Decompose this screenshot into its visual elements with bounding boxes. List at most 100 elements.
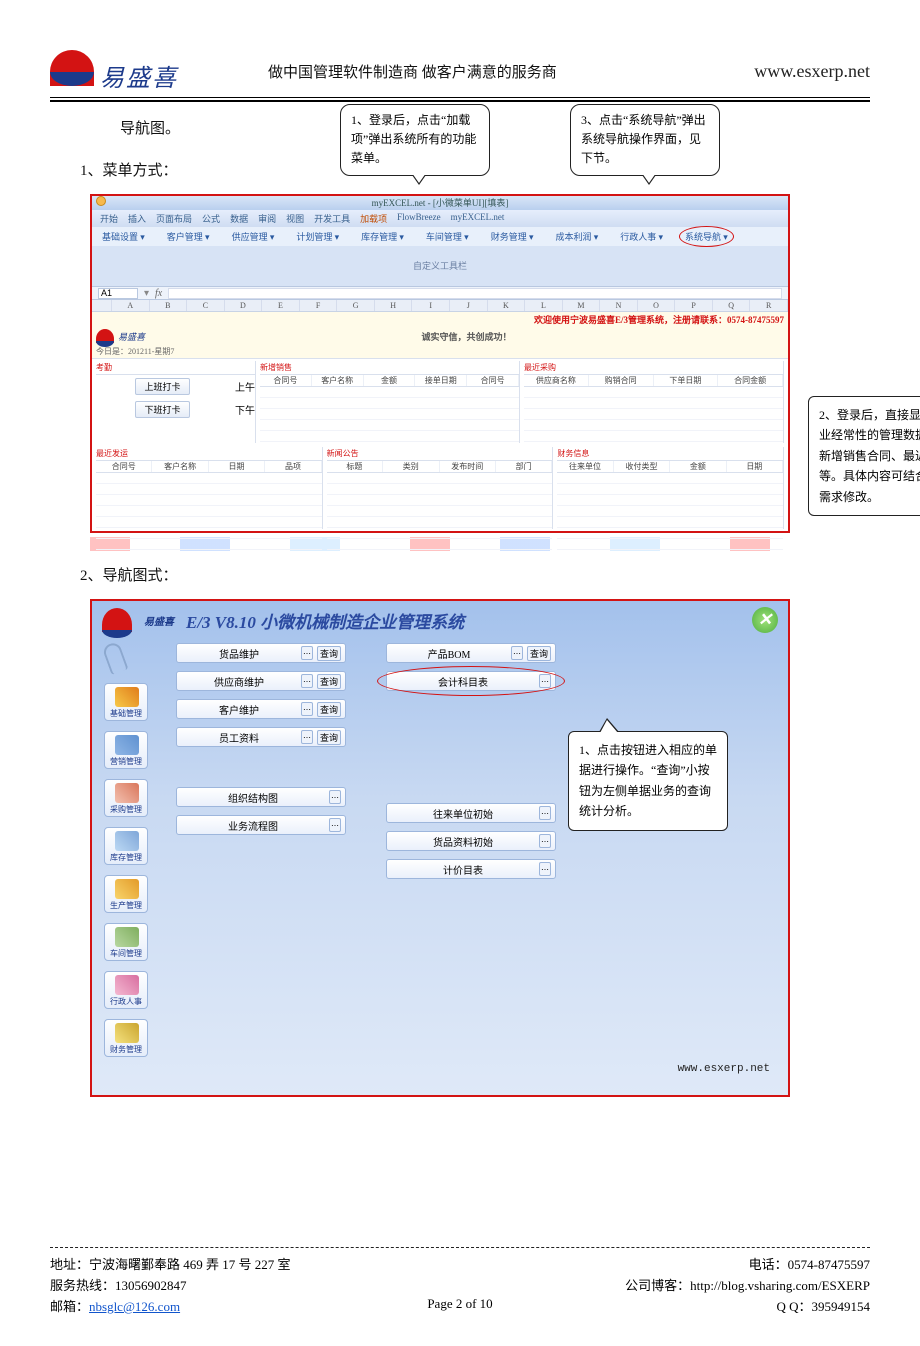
side-module[interactable]: 财务管理 [104,1019,148,1057]
window-titlebar: myEXCEL.net - [小微菜单UI][填表] [92,196,788,210]
nav-button[interactable]: 货品维护⋯查询 [176,643,346,663]
welcome-banner: 欢迎使用宁波易盛喜E/3管理系统，注册请联系：0574-87475597 [92,312,788,327]
dots-icon[interactable]: ⋯ [301,674,313,688]
logo-icon [50,50,94,86]
clock-out-button[interactable]: 下班打卡 [135,401,189,418]
callout-addon-menu: 1、登录后，点击“加载项”弹出系统所有的功能菜单。 [340,104,490,176]
screenshot-menu-mode: myEXCEL.net - [小微菜单UI][填表] 开始 插入 页面布局 公式… [90,194,790,533]
custom-toolbar-label: 自定义工具栏 [92,246,788,286]
nav-button[interactable]: 业务流程图⋯ [176,815,346,835]
side-module[interactable]: 采购管理 [104,779,148,817]
doc-footer: 地址：宁波海曙鄞奉路 469 弄 17 号 227 室 电话：0574-8747… [50,1247,870,1315]
ribbon-tab[interactable]: 插入 [128,212,146,225]
dots-icon[interactable]: ⋯ [301,730,313,744]
module-menu-item[interactable]: 车间管理 ▾ [426,230,469,243]
dots-icon[interactable]: ⋯ [301,646,313,660]
dots-icon[interactable]: ⋯ [329,818,341,832]
sheet-slogan: 诚实守信，共创成功！ [149,330,784,343]
ribbon-tab-addin[interactable]: 加载项 [360,212,387,225]
ribbon-tab[interactable]: myEXCEL.net [451,212,505,225]
module-menu-item[interactable]: 基础设置 ▾ [102,230,145,243]
sheet-brand: 易盛喜 [118,330,145,343]
side-module[interactable]: 基础管理 [104,683,148,721]
formula-bar[interactable] [168,288,782,299]
paperclip-icon [101,641,128,675]
section-2-label: 2、导航图式： [50,561,870,591]
dots-icon[interactable]: ⋯ [539,674,551,688]
fx-label: fx [155,288,162,299]
module-menu-item[interactable]: 行政人事 ▾ [620,230,663,243]
ribbon-tab[interactable]: 审阅 [258,212,276,225]
sheet-logo-icon [96,329,114,343]
query-chip[interactable]: 查询 [317,702,341,717]
nav-button[interactable]: 计价目表⋯ [386,859,556,879]
nav-title: E/3 V8.10 小微机械制造企业管理系统 [186,608,464,633]
nav-side-modules: 基础管理 营销管理 采购管理 库存管理 生产管理 车间管理 行政人事 财务管理 [104,643,156,1057]
nav-button-accounting[interactable]: 会计科目表⋯ [386,671,556,691]
ribbon-tab[interactable]: 页面布局 [156,212,192,225]
nav-button[interactable]: 往来单位初始⋯ [386,803,556,823]
module-menu-strip: 基础设置 ▾ 客户管理 ▾ 供应管理 ▾ 计划管理 ▾ 库存管理 ▾ 车间管理 … [92,227,788,246]
module-menu-sys-nav[interactable]: 系统导航 ▾ [685,230,728,243]
ribbon-tab[interactable]: 数据 [230,212,248,225]
side-module[interactable]: 营销管理 [104,731,148,769]
site-url: www.esxerp.net [754,61,870,82]
footer-tel: 0574-87475597 [788,1257,870,1272]
nav-button[interactable]: 供应商维护⋯查询 [176,671,346,691]
nav-button[interactable]: 客户维护⋯查询 [176,699,346,719]
tagline: 做中国管理软件制造商 做客户满意的服务商 [178,61,754,82]
ribbon-tab[interactable]: 视图 [286,212,304,225]
panel-title-kq: 考勤 [96,361,255,375]
nav-button[interactable]: 货品资料初始⋯ [386,831,556,851]
brand-logo: 易盛喜 [50,50,178,93]
name-box-row: ▾ fx [92,286,788,300]
callout-sys-nav: 3、点击“系统导航”弹出系统导航操作界面，见下节。 [570,104,720,176]
nav-logo-icon [102,608,132,632]
name-box[interactable] [98,288,138,299]
side-module[interactable]: 行政人事 [104,971,148,1009]
query-chip[interactable]: 查询 [317,646,341,661]
panel-title-xz: 新增销售 [260,361,519,375]
module-menu-item[interactable]: 库存管理 ▾ [361,230,404,243]
ribbon-tab[interactable]: 开发工具 [314,212,350,225]
dots-icon[interactable]: ⋯ [539,806,551,820]
callout-nav-button-help: 1、点击按钮进入相应的单据进行操作。“查询”小按钮为左侧单据业务的查询统计分析。 [568,731,728,831]
side-module[interactable]: 库存管理 [104,827,148,865]
office-button-icon[interactable] [96,196,106,206]
side-module[interactable]: 车间管理 [104,923,148,961]
close-icon[interactable]: ✕ [752,607,778,633]
module-menu-item[interactable]: 供应管理 ▾ [232,230,275,243]
panel-title-fy: 最近发运 [96,447,322,461]
footer-qq: 395949154 [812,1299,871,1314]
dots-icon[interactable]: ⋯ [539,834,551,848]
footer-hotline: 13056902847 [115,1278,187,1293]
dots-icon[interactable]: ⋯ [511,646,523,660]
ribbon-tab[interactable]: FlowBreeze [397,212,440,225]
module-menu-item[interactable]: 计划管理 ▾ [296,230,339,243]
query-chip[interactable]: 查询 [527,646,551,661]
module-menu-item[interactable]: 客户管理 ▾ [167,230,210,243]
module-menu-item[interactable]: 财务管理 ▾ [491,230,534,243]
footer-address: 宁波海曙鄞奉路 469 弄 17 号 227 室 [89,1257,291,1272]
nav-button[interactable]: 产品BOM⋯查询 [386,643,556,663]
quick-access-toolbar [96,196,106,206]
footer-mail-link[interactable]: nbsglc@126.com [89,1299,180,1314]
side-module[interactable]: 生产管理 [104,875,148,913]
dots-icon[interactable]: ⋯ [329,790,341,804]
clock-in-button[interactable]: 上班打卡 [135,378,189,395]
module-menu-item[interactable]: 成本利润 ▾ [555,230,598,243]
footer-blog: http://blog.vsharing.com/ESXERP [690,1278,870,1293]
nav-button[interactable]: 员工资料⋯查询 [176,727,346,747]
nav-button[interactable]: 组织结构图⋯ [176,787,346,807]
ribbon-tab[interactable]: 开始 [100,212,118,225]
ribbon-tabs: 开始 插入 页面布局 公式 数据 审阅 视图 开发工具 加载项 FlowBree… [92,210,788,227]
column-headers: ABCDEFGHIJKLMNOPQR [92,300,788,312]
doc-header: 易盛喜 做中国管理软件制造商 做客户满意的服务商 www.esxerp.net [50,50,870,93]
pager: Page 2 of 10 [427,1296,492,1315]
query-chip[interactable]: 查询 [317,730,341,745]
panel-title-cw: 财务信息 [557,447,783,461]
ribbon-tab[interactable]: 公式 [202,212,220,225]
query-chip[interactable]: 查询 [317,674,341,689]
dots-icon[interactable]: ⋯ [301,702,313,716]
dots-icon[interactable]: ⋯ [539,862,551,876]
